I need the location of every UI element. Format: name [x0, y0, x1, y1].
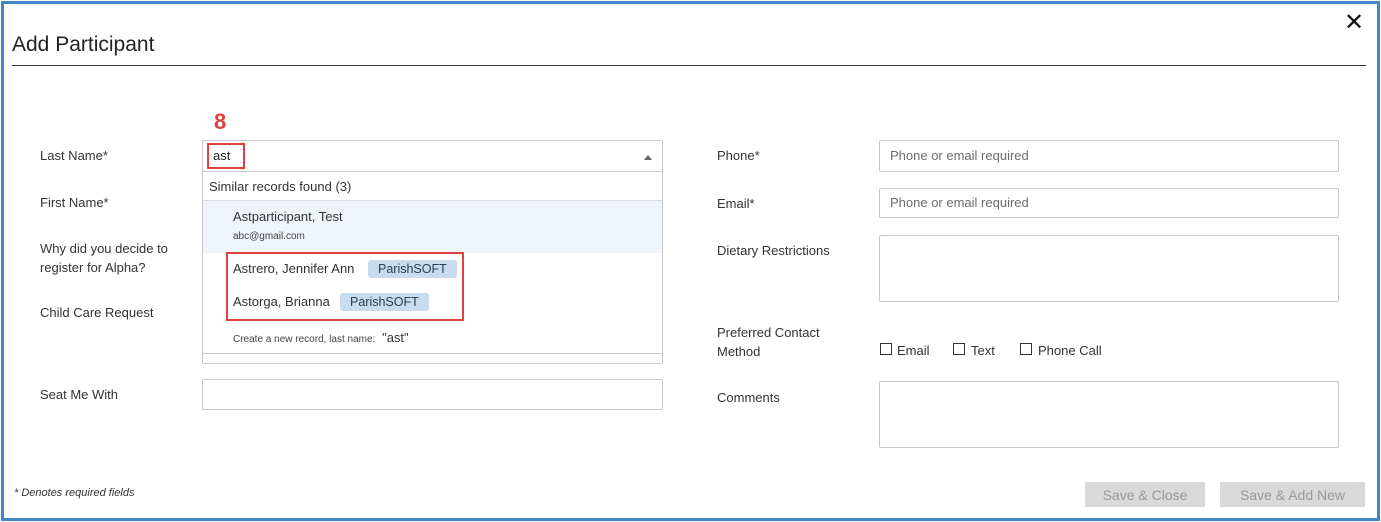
text-checkbox[interactable] — [953, 343, 965, 355]
highlight-box — [226, 252, 464, 321]
email-placeholder: Phone or email required — [890, 195, 1029, 210]
last-name-typed-value[interactable]: ast — [207, 143, 245, 169]
step-marker: 8 — [214, 109, 227, 134]
record-name: Astparticipant, Test — [233, 209, 343, 224]
child-care-label: Child Care Request — [40, 305, 154, 320]
dropdown-header: Similar records found (3) — [203, 172, 662, 201]
last-name-label: Last Name* — [40, 148, 108, 163]
record-option[interactable]: Astparticipant, Test abc@gmail.com — [203, 201, 662, 253]
required-fields-note: * Denotes required fields — [14, 487, 135, 499]
email-option-label: Email — [897, 343, 930, 358]
phone-input[interactable]: Phone or email required — [879, 140, 1339, 172]
close-icon[interactable]: ✕ — [1343, 11, 1365, 35]
title-divider — [12, 65, 1366, 66]
first-name-label: First Name* — [40, 195, 109, 210]
save-close-button[interactable]: Save & Close — [1085, 482, 1205, 507]
dietary-textarea[interactable] — [879, 235, 1339, 302]
create-new-record-option[interactable]: Create a new record, last name: "ast" — [233, 330, 409, 345]
why-label-line1: Why did you decide to — [40, 241, 168, 256]
seat-me-label: Seat Me With — [40, 387, 119, 402]
why-label-line2: register for Alpha? — [40, 260, 146, 275]
email-label: Email* — [717, 196, 755, 211]
modal-title: Add Participant — [12, 33, 155, 56]
email-input[interactable]: Phone or email required — [879, 188, 1339, 218]
seat-me-with-input[interactable] — [202, 379, 663, 410]
create-new-value: "ast" — [382, 330, 409, 345]
phone-call-option-label: Phone Call — [1038, 343, 1102, 358]
email-checkbox[interactable] — [880, 343, 892, 355]
comments-textarea[interactable] — [879, 381, 1339, 448]
comments-label: Comments — [717, 390, 780, 405]
create-new-prefix: Create a new record, last name: — [233, 334, 376, 345]
text-option-label: Text — [971, 343, 995, 358]
dietary-label: Dietary Restrictions — [717, 243, 830, 258]
phone-label: Phone* — [717, 148, 760, 163]
contact-method-label-line2: Method — [717, 344, 761, 359]
phone-call-checkbox[interactable] — [1020, 343, 1032, 355]
record-email: abc@gmail.com — [233, 231, 305, 242]
save-add-new-button[interactable]: Save & Add New — [1220, 482, 1365, 507]
contact-method-label-line1: Preferred Contact — [717, 325, 820, 340]
phone-placeholder: Phone or email required — [890, 148, 1029, 163]
caret-up-icon[interactable] — [644, 155, 652, 160]
last-name-combobox[interactable] — [202, 140, 663, 172]
